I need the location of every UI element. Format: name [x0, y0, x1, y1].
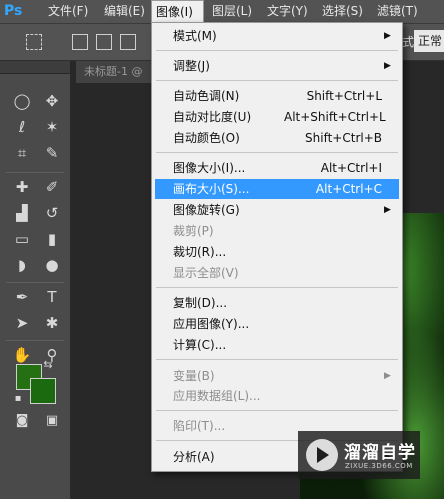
- menu-item-auto-tone[interactable]: 自动色调(N) Shift+Ctrl+L: [152, 86, 402, 106]
- menu-separator: [156, 50, 398, 51]
- menu-item-crop: 裁剪(P): [173, 224, 214, 238]
- pen-tool-icon[interactable]: ✒: [10, 286, 34, 308]
- menu-item-image-rotation[interactable]: 图像旋转(G) ▶: [152, 200, 402, 220]
- menu-separator: [156, 80, 398, 81]
- path-selection-icon[interactable]: ➤: [10, 312, 34, 334]
- lasso-tool-icon[interactable]: ℓ: [10, 116, 34, 138]
- brush-tool-icon[interactable]: ✐: [40, 176, 64, 198]
- submenu-arrow-icon: ▶: [384, 205, 391, 215]
- default-colors-icon[interactable]: ▪: [6, 388, 30, 410]
- menu-item-canvas-size[interactable]: 画布大小(S)... Alt+Ctrl+C: [155, 179, 399, 199]
- background-color-swatch[interactable]: [30, 378, 56, 404]
- menu-item-auto-contrast[interactable]: 自动对比度(U) Alt+Shift+Ctrl+L: [152, 107, 402, 127]
- menu-separator: [156, 410, 398, 411]
- type-tool-icon[interactable]: T: [40, 286, 64, 308]
- hand-tool-icon[interactable]: ✋: [10, 344, 34, 366]
- image-menu-dropdown: 模式(M) ▶ 调整(J) ▶ 自动色调(N) Shift+Ctrl+L 自动对…: [151, 22, 403, 472]
- move-tool-icon[interactable]: ✥: [40, 90, 64, 112]
- elliptical-marquee-icon[interactable]: ◯: [10, 90, 34, 112]
- submenu-arrow-icon: ▶: [384, 31, 391, 41]
- menu-item-trim[interactable]: 裁切(R)...: [152, 242, 402, 262]
- watermark-name: 溜溜自学: [344, 443, 416, 463]
- toolbox-header[interactable]: [0, 61, 70, 73]
- eraser-tool-icon[interactable]: ▭: [10, 228, 34, 250]
- play-icon: [317, 447, 329, 463]
- screen-mode-icon[interactable]: ▣: [40, 410, 64, 432]
- menu-edit[interactable]: 编辑(E): [104, 0, 145, 23]
- healing-brush-icon[interactable]: ✚: [10, 176, 34, 198]
- submenu-arrow-icon: ▶: [384, 371, 391, 381]
- tool-divider: [6, 340, 64, 341]
- menu-layer[interactable]: 图层(L): [212, 0, 252, 23]
- watermark: 溜溜自学 ZIXUE.3D66.COM: [298, 431, 420, 479]
- menu-item-image-size[interactable]: 图像大小(I)... Alt+Ctrl+I: [152, 158, 402, 178]
- menu-filter[interactable]: 滤镜(T): [377, 0, 418, 23]
- menu-item-reveal-all: 显示全部(V): [173, 266, 239, 280]
- menu-item-variables: 变量(B) ▶: [152, 366, 402, 386]
- history-brush-icon[interactable]: ↺: [40, 202, 64, 224]
- menu-image[interactable]: 图像(I): [151, 0, 204, 23]
- new-selection-icon[interactable]: [72, 34, 88, 50]
- menu-item-duplicate[interactable]: 复制(D)...: [152, 293, 402, 313]
- quick-mask-icon[interactable]: ◙: [10, 410, 34, 432]
- crop-tool-icon[interactable]: ⌗: [10, 142, 34, 164]
- menu-item-calculations[interactable]: 计算(C)...: [152, 335, 402, 355]
- magic-wand-icon[interactable]: ✶: [40, 116, 64, 138]
- eyedropper-icon[interactable]: ✎: [40, 142, 64, 164]
- document-tab[interactable]: 未标题-1 @: [76, 61, 161, 83]
- photoshop-logo: Ps: [4, 3, 23, 19]
- gradient-tool-icon[interactable]: ▮: [40, 228, 64, 250]
- add-to-selection-icon[interactable]: [96, 34, 112, 50]
- tool-divider: [6, 282, 64, 283]
- dodge-tool-icon[interactable]: ●: [40, 254, 64, 276]
- blur-tool-icon[interactable]: ◗: [10, 254, 34, 276]
- tool-divider: [6, 172, 64, 173]
- style-select[interactable]: 正常: [414, 30, 444, 52]
- menu-separator: [156, 287, 398, 288]
- subtract-selection-icon[interactable]: [120, 34, 136, 50]
- menu-item-mode[interactable]: 模式(M) ▶: [152, 26, 402, 46]
- menu-select[interactable]: 选择(S): [322, 0, 363, 23]
- menu-item-apply-data-set: 应用数据组(L)...: [173, 389, 261, 403]
- submenu-arrow-icon: ▶: [384, 61, 391, 71]
- menu-item-adjustments[interactable]: 调整(J) ▶: [152, 56, 402, 76]
- menu-bar: Ps 文件(F) 编辑(E) 图像(I) 图层(L) 文字(Y) 选择(S) 滤…: [0, 0, 444, 24]
- menu-type[interactable]: 文字(Y): [267, 0, 308, 23]
- menu-separator: [156, 359, 398, 360]
- menu-item-auto-color[interactable]: 自动颜色(O) Shift+Ctrl+B: [152, 128, 402, 148]
- menu-file[interactable]: 文件(F): [48, 0, 88, 23]
- menu-separator: [156, 152, 398, 153]
- custom-shape-icon[interactable]: ✱: [40, 312, 64, 334]
- watermark-url: ZIXUE.3D66.COM: [345, 462, 413, 470]
- toolbox: ◯ ✥ ℓ ✶ ⌗ ✎ ✚ ✐ ▟ ↺ ▭ ▮ ◗ ● ✒ T ➤ ✱ ✋ ⚲ …: [0, 74, 71, 499]
- marquee-preset-icon[interactable]: [26, 34, 42, 50]
- clone-stamp-icon[interactable]: ▟: [10, 202, 34, 224]
- menu-item-apply-image[interactable]: 应用图像(Y)...: [152, 314, 402, 334]
